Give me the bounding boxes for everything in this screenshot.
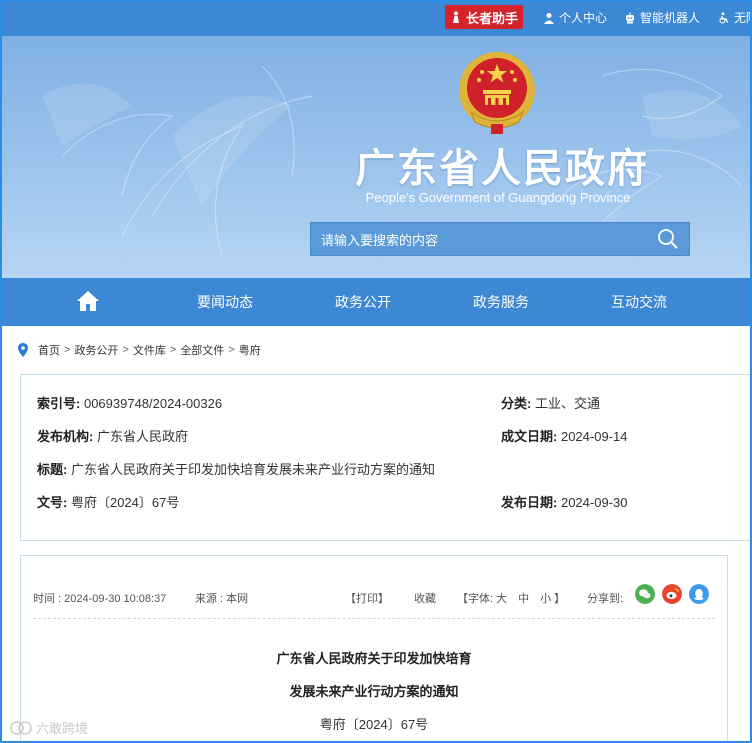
- accessibility-label: 无障: [734, 11, 750, 25]
- index-number-label: 索引号:: [37, 396, 81, 411]
- created-date-value: 2024-09-14: [560, 429, 628, 444]
- robot-label: 智能机器人: [640, 11, 701, 25]
- document-info-box: 索引号: 006939748/2024-00326 分类: 工业、交通 发布机构…: [20, 374, 750, 541]
- doc-number-value: 粤府〔2024〕67号: [70, 495, 180, 510]
- main-nav: 要闻动态 政务公开 政务服务 互动交流: [2, 278, 750, 326]
- robot-icon: [626, 12, 634, 23]
- breadcrumb-all-files[interactable]: 全部文件: [180, 342, 224, 358]
- top-bar: 长者助手 个人中心 智能机器人 无障: [2, 2, 750, 36]
- robot-link[interactable]: 智能机器人: [624, 9, 700, 26]
- search-icon[interactable]: [657, 228, 679, 250]
- elder-icon: [452, 11, 459, 23]
- publisher-value: 广东省人民政府: [96, 429, 188, 444]
- breadcrumb-separator: >: [169, 344, 177, 356]
- article-time: 时间 : 2024-09-30 10:08:37: [33, 593, 167, 605]
- breadcrumb-separator: >: [228, 344, 235, 356]
- search-box: [310, 222, 690, 257]
- category-label: 分类:: [501, 396, 532, 411]
- site-title: 广东省人民政府: [355, 147, 649, 191]
- publisher-label: 发布机构:: [37, 429, 94, 444]
- article-title-line1: 广东省人民政府关于印发加快培育: [276, 651, 472, 666]
- favorite-button[interactable]: 收藏: [414, 590, 436, 606]
- article-doc-number: 粤府〔2024〕67号: [319, 717, 429, 732]
- index-number-value: 006939748/2024-00326: [83, 396, 223, 411]
- weibo-share-icon[interactable]: [662, 584, 682, 604]
- title-label: 标题:: [37, 462, 68, 477]
- breadcrumb-library[interactable]: 文件库: [133, 342, 166, 358]
- breadcrumb: 首页 > 政务公开 > 文件库 > 全部文件 > 粤府: [18, 342, 261, 358]
- accessibility-link[interactable]: 无障: [718, 9, 750, 26]
- personal-center-label: 个人中心: [559, 11, 608, 25]
- print-button[interactable]: 【打印】: [345, 590, 389, 606]
- browser-frame: 长者助手 个人中心 智能机器人 无障: [0, 0, 752, 743]
- home-icon[interactable]: [76, 290, 100, 312]
- user-icon: [544, 12, 554, 24]
- breadcrumb-yuefu[interactable]: 粤府: [239, 342, 261, 358]
- doc-number-row: 文号: 粤府〔2024〕67号: [37, 492, 179, 511]
- banner: 广东省人民政府 People's Government of Guangdong…: [2, 36, 750, 278]
- category-row: 分类: 工业、交通: [501, 393, 600, 412]
- site-subtitle: People's Government of Guangdong Provinc…: [365, 190, 631, 205]
- breadcrumb-separator: >: [122, 344, 129, 356]
- accessibility-icon: [719, 11, 729, 24]
- doc-number-label: 文号:: [37, 495, 68, 510]
- search-input[interactable]: [311, 223, 653, 257]
- title-value: 广东省人民政府关于印发加快培育发展未来产业行动方案的通知: [70, 462, 435, 477]
- national-emblem-icon: [459, 52, 535, 134]
- share-label: 分享到:: [587, 593, 624, 605]
- article-box: 时间 : 2024-09-30 10:08:37 来源 : 本网 【打印】 收藏…: [20, 555, 728, 741]
- created-date-label: 成文日期:: [501, 429, 558, 444]
- nav-item-gov-affairs-open[interactable]: 政务公开: [308, 278, 418, 326]
- elder-assistant-label: 长者助手: [465, 10, 518, 26]
- category-value: 工业、交通: [534, 396, 600, 411]
- nav-item-gov-services[interactable]: 政务服务: [446, 278, 556, 326]
- wechat-share-icon[interactable]: [635, 584, 655, 604]
- elder-assistant-button[interactable]: 长者助手: [445, 5, 523, 29]
- breadcrumb-home[interactable]: 首页: [38, 342, 60, 358]
- nav-item-news[interactable]: 要闻动态: [170, 278, 280, 326]
- breadcrumb-gov-open[interactable]: 政务公开: [74, 342, 118, 358]
- publish-date-row: 发布日期: 2024-09-30: [501, 492, 627, 511]
- divider: [33, 618, 715, 619]
- breadcrumb-separator: >: [64, 344, 71, 356]
- publisher-row: 发布机构: 广东省人民政府: [37, 426, 188, 445]
- font-size-selector[interactable]: 【字体: 大 中 小 】: [457, 590, 565, 606]
- title-row: 标题: 广东省人民政府关于印发加快培育发展未来产业行动方案的通知: [37, 459, 435, 478]
- nav-item-interaction[interactable]: 互动交流: [584, 278, 694, 326]
- location-pin-icon: [18, 343, 28, 357]
- article-source: 来源 : 本网: [195, 593, 249, 605]
- watermark-logo-icon: [10, 720, 32, 735]
- personal-center-link[interactable]: 个人中心: [543, 9, 607, 26]
- publish-date-label: 发布日期:: [501, 495, 558, 510]
- publish-date-value: 2024-09-30: [560, 495, 628, 510]
- article-title-line2: 发展未来产业行动方案的通知: [289, 684, 459, 699]
- created-date-row: 成文日期: 2024-09-14: [501, 426, 627, 445]
- qq-share-icon[interactable]: [689, 584, 709, 604]
- watermark: 六敢跨境: [10, 718, 88, 737]
- watermark-text: 六敢跨境: [36, 721, 89, 736]
- index-number-row: 索引号: 006939748/2024-00326: [37, 393, 222, 412]
